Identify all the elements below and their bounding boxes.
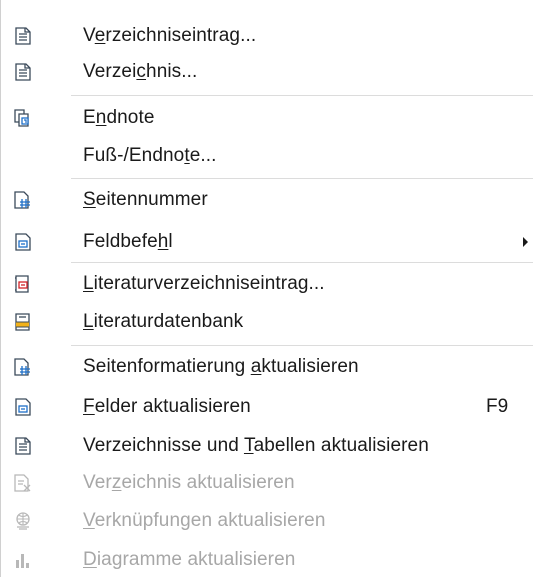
menu-item-update-index[interactable]: Verzeichnis aktualisieren: [1, 467, 533, 499]
menu-item-bibliography-database[interactable]: Literaturdatenbank: [1, 306, 533, 338]
menu-item-index[interactable]: Verzeichnis...: [1, 56, 533, 88]
menu-item-page-number[interactable]: Seitennummer: [1, 184, 533, 216]
field-icon: [13, 232, 33, 252]
menu-item-update-fields[interactable]: Felder aktualisieren F9: [1, 391, 533, 423]
menu-separator: [71, 178, 533, 179]
document-index-icon: [13, 62, 33, 82]
menu-separator: [71, 95, 533, 96]
page-number-icon: [13, 190, 33, 210]
bibliography-database-icon: [13, 312, 33, 332]
menu-item-bibliography-entry[interactable]: Literaturverzeichniseintrag...: [1, 268, 533, 300]
menu-item-update-charts[interactable]: Diagramme aktualisieren: [1, 544, 533, 576]
update-index-icon: [13, 473, 33, 493]
endnote-icon: [13, 108, 33, 128]
document-index-icon: [13, 436, 33, 456]
bibliography-entry-icon: [13, 274, 33, 294]
menu-item-update-page-formatting[interactable]: Seitenformatierung aktualisieren: [1, 351, 533, 383]
menu-item-update-links[interactable]: Verknüpfungen aktualisieren: [1, 505, 533, 537]
menu-separator: [71, 345, 533, 346]
update-charts-icon: [13, 550, 33, 570]
context-menu: Verzeichniseintrag... Verzeichnis... End…: [0, 0, 533, 577]
page-number-icon: [13, 357, 33, 377]
document-index-icon: [13, 26, 33, 46]
menu-item-index-entry[interactable]: Verzeichniseintrag...: [1, 20, 533, 52]
menu-item-field-command[interactable]: Feldbefehl: [1, 226, 533, 258]
keyboard-shortcut: F9: [486, 396, 509, 417]
menu-item-update-indexes-tables[interactable]: Verzeichnisse und Tabellen aktualisieren: [1, 430, 533, 462]
menu-item-footnote-endnote[interactable]: Fuß-/Endnote...: [1, 140, 533, 172]
menu-separator: [71, 262, 533, 263]
field-icon: [13, 397, 33, 417]
update-links-icon: [13, 511, 33, 531]
chevron-right-icon: [523, 237, 528, 247]
menu-item-endnote[interactable]: Endnote: [1, 102, 533, 134]
